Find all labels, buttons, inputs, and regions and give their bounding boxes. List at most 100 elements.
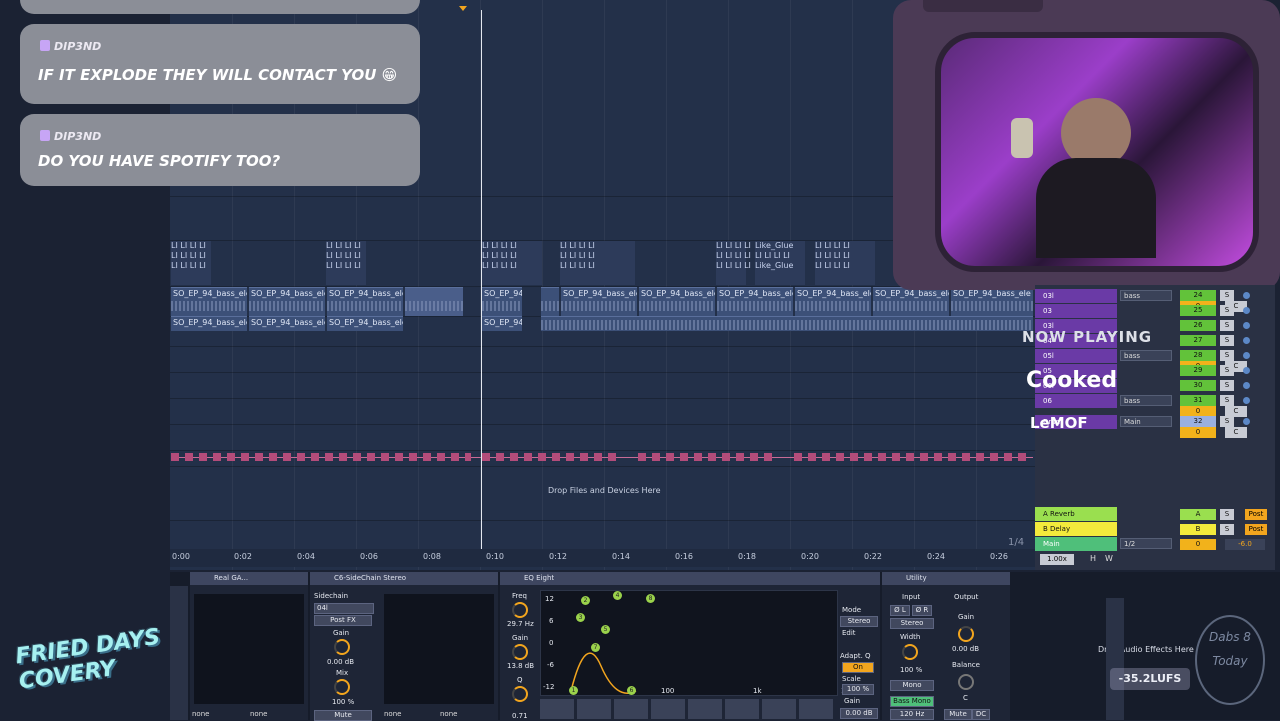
select-none[interactable]: none [440,710,457,718]
master-volume[interactable]: 0 [1180,539,1216,550]
quantize-label[interactable]: 1/4 [1008,537,1024,548]
midi-notes[interactable] [638,453,773,461]
audio-clip[interactable]: SO_EP_94_bass_ele [249,316,325,331]
loop-marker-icon[interactable] [459,6,467,11]
eq-band-point[interactable]: 1 [569,686,578,695]
record-arm-icon[interactable] [1243,397,1250,404]
mix-knob[interactable] [334,679,350,695]
freq-value[interactable]: 29.7 Hz [507,620,534,628]
eq-band-point[interactable]: 7 [591,643,600,652]
audio-clip[interactable]: SO_EP_94_bass_ele [795,287,871,316]
device-title[interactable]: Real GA... [190,572,308,585]
tempo-factor[interactable]: 1.00x [1040,554,1074,565]
select-none[interactable]: none [250,710,300,719]
util-gain-knob[interactable] [958,626,974,642]
mixer-input-select[interactable]: bass [1120,290,1172,301]
scale-value[interactable]: 100 % [842,684,874,695]
mixer-track-number[interactable]: 28 [1180,350,1216,361]
gain-value[interactable]: 0.00 dB [327,658,354,666]
record-arm-icon[interactable] [1243,382,1250,389]
w-button[interactable]: W [1105,554,1113,563]
solo-button[interactable]: S [1220,290,1234,301]
device-real-ga[interactable]: Real GA... none none [190,572,308,720]
eq-band-point[interactable]: 4 [613,591,622,600]
mix-value[interactable]: 100 % [332,698,354,706]
audio-clip[interactable]: SO_EP_94_bass_ele [327,316,403,331]
return-letter[interactable]: A [1180,509,1216,520]
mixer-track-number[interactable]: 27 [1180,335,1216,346]
master-track[interactable]: Main [1035,537,1117,551]
phase-left-button[interactable]: Ø L [890,605,910,616]
audio-clip[interactable]: SO_EP_94 [482,316,522,331]
device-utility[interactable]: Utility Input Output Ø L Ø R Stereo Widt… [882,572,1010,720]
eq-band-point[interactable]: 3 [576,613,585,622]
track-pan[interactable]: C [1225,427,1247,438]
audio-clip[interactable]: SO_EP_94_bass_ele [951,287,1033,316]
solo-button[interactable]: S [1220,524,1234,535]
solo-button[interactable]: S [1220,380,1234,391]
audio-clip[interactable]: SO_EP_94 [482,287,522,316]
balance-knob[interactable] [958,674,974,690]
adapt-q-toggle[interactable]: On [842,662,874,673]
eq-graph[interactable]: 12 6 0 -6 -12 100 1k 10k 2 4 8 3 5 7 1 6 [540,590,854,696]
eq-gain-knob[interactable] [512,644,528,660]
gain-knob[interactable] [334,639,350,655]
audio-clip[interactable]: SO_EP_94_bass_ele [717,287,793,316]
solo-button[interactable]: S [1220,416,1234,427]
mixer-input-select[interactable]: bass [1120,350,1172,361]
select-none[interactable]: none [192,710,242,719]
phase-right-button[interactable]: Ø R [912,605,932,616]
mixer-track-number[interactable]: 32 [1180,416,1216,427]
q-knob[interactable] [512,686,528,702]
midi-clip[interactable]: LI LI LI LI LI LI LI LI LI LI LI LI [815,241,875,285]
mode-select[interactable]: Stereo [840,616,878,627]
solo-button[interactable]: S [1220,509,1234,520]
eq-gain-value[interactable]: 13.8 dB [507,662,534,670]
eq-band-point[interactable]: 5 [601,625,610,634]
width-knob[interactable] [902,644,918,660]
device-title[interactable]: Utility [882,572,1010,585]
audio-clip[interactable]: SO_EP_94_bass_ele [327,287,403,316]
mixer-track-row[interactable]: 03 25 S [1035,304,1275,318]
eq-band-point[interactable]: 8 [646,594,655,603]
eq-band-selectors[interactable] [540,699,836,719]
mixer-track-number[interactable]: 30 [1180,380,1216,391]
record-arm-icon[interactable] [1243,292,1250,299]
out-gain-value[interactable]: 0.00 dB [840,708,878,719]
midi-clip[interactable]: LI LI LI LI LI LI LI LI LI LI LI LI [716,241,751,285]
bass-mono-button[interactable]: Bass Mono [890,696,934,707]
select-none[interactable]: none [384,710,401,718]
mute-button[interactable]: Mute [314,710,372,721]
device-title[interactable]: EQ Eight [500,572,880,585]
solo-button[interactable]: S [1220,305,1234,316]
device-eq-eight[interactable]: EQ Eight Freq 29.7 Hz Gain 13.8 dB Q 0.7… [500,572,880,720]
return-track-b[interactable]: B Delay [1035,522,1117,536]
q-value[interactable]: 0.71 [512,712,528,720]
midi-notes[interactable] [171,453,471,461]
width-value[interactable]: 100 % [900,666,922,674]
audio-clip-selected[interactable] [405,287,463,316]
balance-value[interactable]: C [963,694,968,702]
record-arm-icon[interactable] [1243,322,1250,329]
record-arm-icon[interactable] [1243,337,1250,344]
device-sidechain[interactable]: C6-SideChain Stereo Sidechain 04l Post F… [310,572,498,721]
audio-clip[interactable]: SO_EP_94_bass_ele [249,287,325,316]
mixer-track-name[interactable]: 03 [1035,304,1117,318]
record-arm-icon[interactable] [1243,307,1250,314]
solo-button[interactable]: S [1220,350,1234,361]
mixer-track-number[interactable]: 24 [1180,290,1216,301]
midi-clip[interactable]: LI LI LI LI LI LI LI LI LI LI LI LI [482,241,542,285]
playhead[interactable] [481,10,482,560]
freq-knob[interactable] [512,602,528,618]
record-arm-icon[interactable] [1243,352,1250,359]
returns-panel[interactable]: A Reverb A S Post B Delay B S Post Main … [1035,506,1275,568]
record-arm-icon[interactable] [1243,367,1250,374]
solo-button[interactable]: S [1220,335,1234,346]
master-db[interactable]: -6.0 [1225,539,1265,550]
return-letter[interactable]: B [1180,524,1216,535]
return-track-a[interactable]: A Reverb [1035,507,1117,521]
midi-clip[interactable]: LI LI LI LI LI LI LI LI LI LI LI LI [326,241,366,285]
midi-clip[interactable]: Like_Glue LI LI LI LI Like_Glue [755,241,805,285]
solo-button[interactable]: S [1220,395,1234,406]
util-gain-value[interactable]: 0.00 dB [952,645,979,653]
